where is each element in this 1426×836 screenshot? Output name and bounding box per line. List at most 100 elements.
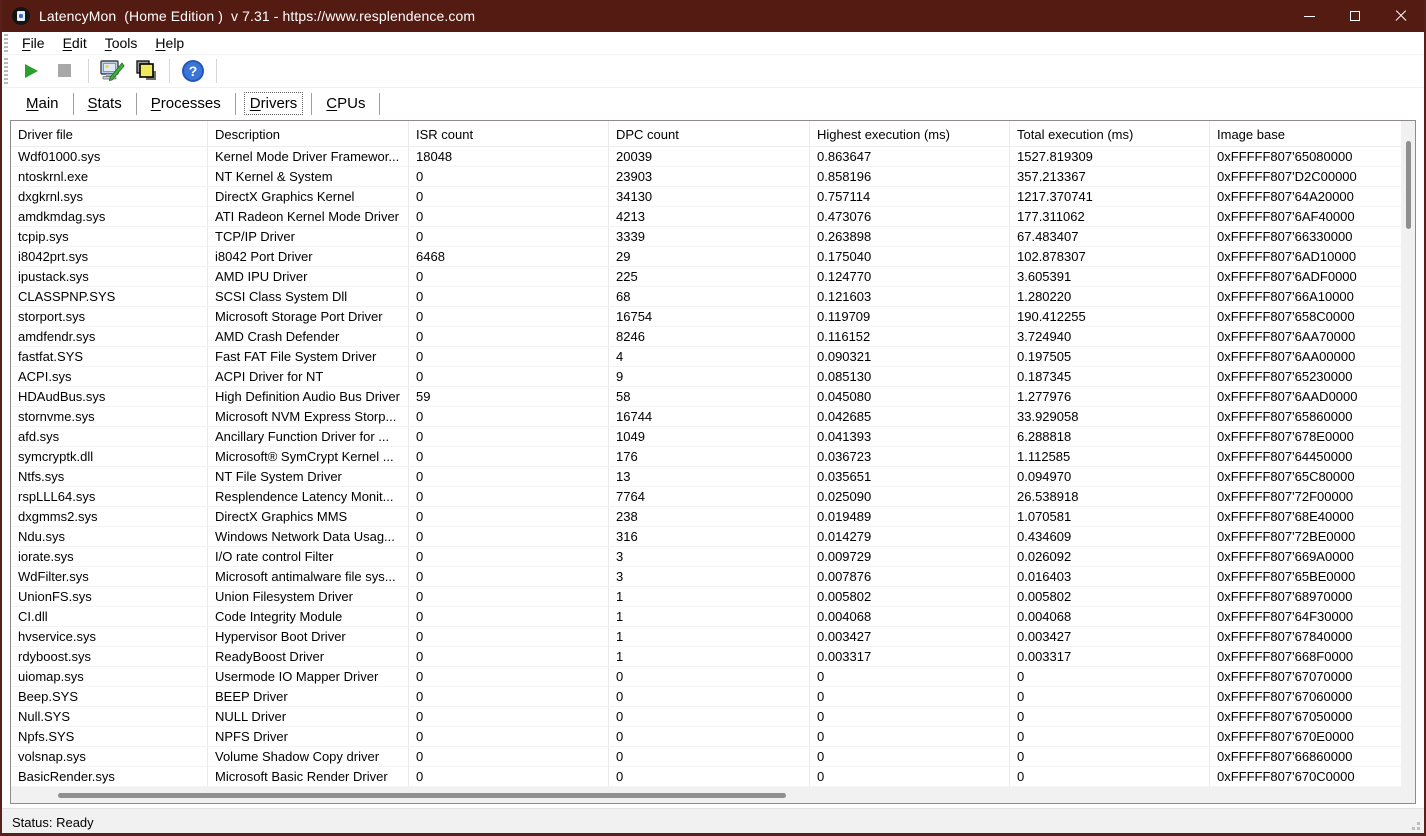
cell: 0.007876 bbox=[810, 567, 1010, 587]
close-button[interactable] bbox=[1378, 0, 1424, 32]
menu-file[interactable]: File bbox=[14, 33, 53, 53]
table-row[interactable]: HDAudBus.sysHigh Definition Audio Bus Dr… bbox=[11, 387, 1405, 407]
maximize-button[interactable] bbox=[1332, 0, 1378, 32]
svg-text:?: ? bbox=[189, 63, 198, 79]
table-row[interactable]: amdkmdag.sysATI Radeon Kernel Mode Drive… bbox=[11, 207, 1405, 227]
menu-help[interactable]: Help bbox=[147, 33, 192, 53]
cell: 67.483407 bbox=[1010, 227, 1210, 247]
column-header[interactable]: DPC count bbox=[609, 121, 810, 147]
cell: 238 bbox=[609, 507, 810, 527]
table-row[interactable]: rdyboost.sysReadyBoost Driver010.0033170… bbox=[11, 647, 1405, 667]
cell: NULL Driver bbox=[208, 707, 409, 727]
cell: 3 bbox=[609, 567, 810, 587]
run-button[interactable] bbox=[16, 57, 46, 85]
cell: rspLLL64.sys bbox=[11, 487, 208, 507]
table-row[interactable]: CI.dllCode Integrity Module010.0040680.0… bbox=[11, 607, 1405, 627]
table-row[interactable]: dxgkrnl.sysDirectX Graphics Kernel034130… bbox=[11, 187, 1405, 207]
table-row[interactable]: i8042prt.sysi8042 Port Driver6468290.175… bbox=[11, 247, 1405, 267]
column-header[interactable]: Image base bbox=[1210, 121, 1405, 147]
tab-drivers[interactable]: Drivers bbox=[244, 92, 304, 115]
edit-report-button[interactable] bbox=[97, 57, 127, 85]
column-header[interactable]: Total execution (ms) bbox=[1010, 121, 1210, 147]
column-header[interactable]: Driver file bbox=[11, 121, 208, 147]
minimize-button[interactable] bbox=[1286, 0, 1332, 32]
vertical-scrollbar-thumb[interactable] bbox=[1406, 141, 1411, 229]
column-header[interactable]: ISR count bbox=[409, 121, 609, 147]
cell: 0.009729 bbox=[810, 547, 1010, 567]
column-header[interactable]: Highest execution (ms) bbox=[810, 121, 1010, 147]
table-row[interactable]: symcryptk.dllMicrosoft® SymCrypt Kernel … bbox=[11, 447, 1405, 467]
table-row[interactable]: fastfat.SYSFast FAT File System Driver04… bbox=[11, 347, 1405, 367]
cell: 316 bbox=[609, 527, 810, 547]
table-row[interactable]: volsnap.sysVolume Shadow Copy driver0000… bbox=[11, 747, 1405, 767]
table-row[interactable]: amdfendr.sysAMD Crash Defender082460.116… bbox=[11, 327, 1405, 347]
cell: 18048 bbox=[409, 147, 609, 167]
tab-main[interactable]: Main bbox=[20, 92, 65, 115]
cell: ATI Radeon Kernel Mode Driver bbox=[208, 207, 409, 227]
cell: 0 bbox=[409, 307, 609, 327]
cell: 0.434609 bbox=[1010, 527, 1210, 547]
cell: 0xFFFFF807'67840000 bbox=[1210, 627, 1405, 647]
table-row[interactable]: uiomap.sysUsermode IO Mapper Driver00000… bbox=[11, 667, 1405, 687]
table-row[interactable]: Ntfs.sysNT File System Driver0130.035651… bbox=[11, 467, 1405, 487]
cell: 1.112585 bbox=[1010, 447, 1210, 467]
cell: 26.538918 bbox=[1010, 487, 1210, 507]
cell: 0xFFFFF807'65230000 bbox=[1210, 367, 1405, 387]
table-row[interactable]: hvservice.sysHypervisor Boot Driver010.0… bbox=[11, 627, 1405, 647]
column-header[interactable]: Description bbox=[208, 121, 409, 147]
cell: 8246 bbox=[609, 327, 810, 347]
table-row[interactable]: ntoskrnl.exeNT Kernel & System0239030.85… bbox=[11, 167, 1405, 187]
cell: 0 bbox=[1010, 667, 1210, 687]
cell: 0 bbox=[409, 687, 609, 707]
table-row[interactable]: Beep.SYSBEEP Driver00000xFFFFF807'670600… bbox=[11, 687, 1405, 707]
tab-processes[interactable]: Processes bbox=[145, 92, 227, 115]
table-row[interactable]: Npfs.SYSNPFS Driver00000xFFFFF807'670E00… bbox=[11, 727, 1405, 747]
table-row[interactable]: Ndu.sysWindows Network Data Usag...03160… bbox=[11, 527, 1405, 547]
cell: 0xFFFFF807'6AF40000 bbox=[1210, 207, 1405, 227]
table-row[interactable]: stornvme.sysMicrosoft NVM Express Storp.… bbox=[11, 407, 1405, 427]
table-row[interactable]: CLASSPNP.SYSSCSI Class System Dll0680.12… bbox=[11, 287, 1405, 307]
table-row[interactable]: Wdf01000.sysKernel Mode Driver Framewor.… bbox=[11, 147, 1405, 167]
menu-edit[interactable]: Edit bbox=[55, 33, 95, 53]
help-button[interactable]: ? bbox=[178, 57, 208, 85]
cell: 0 bbox=[409, 227, 609, 247]
table-row[interactable]: dxgmms2.sysDirectX Graphics MMS02380.019… bbox=[11, 507, 1405, 527]
cell: SCSI Class System Dll bbox=[208, 287, 409, 307]
table-row[interactable]: BasicRender.sysMicrosoft Basic Render Dr… bbox=[11, 767, 1405, 787]
cell: 0 bbox=[1010, 707, 1210, 727]
table-row[interactable]: tcpip.sysTCP/IP Driver033390.26389867.48… bbox=[11, 227, 1405, 247]
cell: 0xFFFFF807'66A10000 bbox=[1210, 287, 1405, 307]
menu-tools[interactable]: Tools bbox=[97, 33, 146, 53]
table-row[interactable]: WdFilter.sysMicrosoft antimalware file s… bbox=[11, 567, 1405, 587]
cell: 0.090321 bbox=[810, 347, 1010, 367]
cell: 0xFFFFF807'65080000 bbox=[1210, 147, 1405, 167]
table-row[interactable]: storport.sysMicrosoft Storage Port Drive… bbox=[11, 307, 1405, 327]
horizontal-scrollbar[interactable] bbox=[11, 787, 1415, 803]
cell: 0xFFFFF807'670E0000 bbox=[1210, 727, 1405, 747]
cell: 0 bbox=[409, 287, 609, 307]
cell: 16744 bbox=[609, 407, 810, 427]
cell: 0 bbox=[409, 267, 609, 287]
table-row[interactable]: Null.SYSNULL Driver00000xFFFFF807'670500… bbox=[11, 707, 1405, 727]
tab-cpus[interactable]: CPUs bbox=[320, 92, 371, 115]
resize-grip-icon[interactable] bbox=[1407, 817, 1421, 831]
copy-windows-button[interactable] bbox=[131, 57, 161, 85]
stacked-windows-icon bbox=[134, 59, 158, 83]
stop-button[interactable] bbox=[50, 57, 80, 85]
cell: 7764 bbox=[609, 487, 810, 507]
table-row[interactable]: rspLLL64.sysResplendence Latency Monit..… bbox=[11, 487, 1405, 507]
table-row[interactable]: ACPI.sysACPI Driver for NT090.0851300.18… bbox=[11, 367, 1405, 387]
table-row[interactable]: ipustack.sysAMD IPU Driver02250.1247703.… bbox=[11, 267, 1405, 287]
vertical-scrollbar[interactable] bbox=[1401, 121, 1415, 787]
table-row[interactable]: afd.sysAncillary Function Driver for ...… bbox=[11, 427, 1405, 447]
table-row[interactable]: UnionFS.sysUnion Filesystem Driver010.00… bbox=[11, 587, 1405, 607]
horizontal-scrollbar-thumb[interactable] bbox=[58, 793, 786, 798]
cell: 0 bbox=[609, 767, 810, 787]
cell: 0 bbox=[409, 767, 609, 787]
cell: ReadyBoost Driver bbox=[208, 647, 409, 667]
cell: iorate.sys bbox=[11, 547, 208, 567]
cell: 0xFFFFF807'65C80000 bbox=[1210, 467, 1405, 487]
client-area: Driver fileDescriptionISR countDPC count… bbox=[2, 119, 1424, 833]
table-row[interactable]: iorate.sysI/O rate control Filter030.009… bbox=[11, 547, 1405, 567]
tab-stats[interactable]: Stats bbox=[82, 92, 128, 115]
